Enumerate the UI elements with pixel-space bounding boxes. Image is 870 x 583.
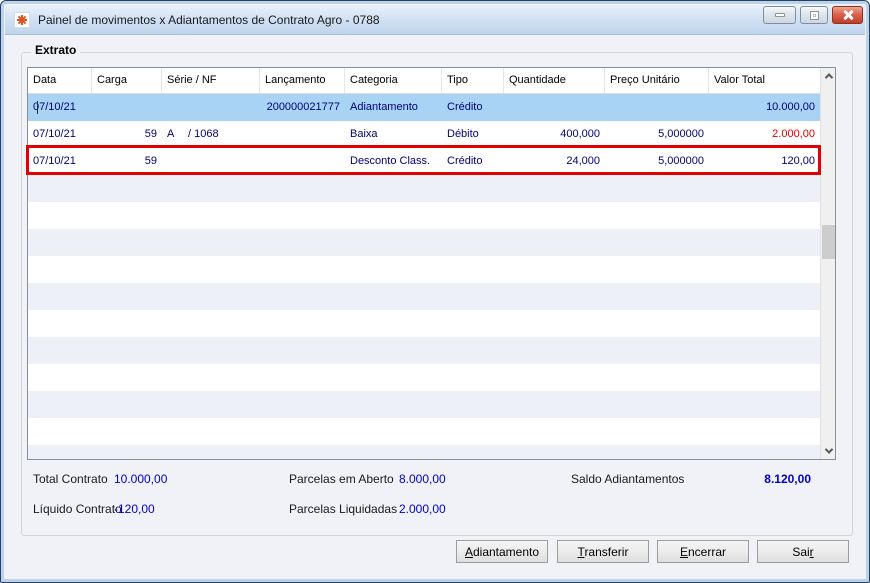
cell-categoria: Desconto Class. — [350, 155, 431, 167]
parcelas-em-aberto-label: Parcelas em Aberto — [289, 472, 394, 486]
cell-serie-nf — [162, 94, 260, 121]
col-header-preco-unitario[interactable]: Preço Unitário — [605, 68, 709, 93]
cell-preco-unitario — [605, 94, 709, 121]
empty-row — [28, 391, 820, 418]
maximize-icon — [809, 10, 819, 20]
close-button[interactable] — [832, 6, 863, 24]
chevron-up-icon — [824, 73, 833, 82]
col-header-quantidade[interactable]: Quantidade — [504, 68, 605, 93]
window-title: Painel de movimentos x Adiantamentos de … — [38, 12, 380, 27]
cell-categoria: Adiantamento — [350, 101, 418, 113]
empty-row — [28, 364, 820, 391]
cell-serie-nf — [162, 148, 260, 175]
transferir-button[interactable]: Transferir — [557, 540, 649, 563]
chevron-down-icon — [824, 445, 833, 454]
liquido-contrato-label: Líquido Contrato — [33, 502, 122, 516]
sair-button[interactable]: Sair — [757, 540, 849, 563]
close-icon — [842, 9, 854, 21]
parcelas-liquidadas-value: 2.000,00 — [399, 502, 446, 516]
window-controls — [763, 6, 863, 24]
serie-nf-number: / 1068 — [188, 128, 219, 140]
cell-carga — [92, 94, 162, 121]
total-contrato-value: 10.000,00 — [114, 472, 168, 486]
adiantamento-button[interactable]: Adiantamento — [456, 540, 548, 563]
cell-data: 07/10/21 — [33, 128, 76, 140]
col-header-lancamento[interactable]: Lançamento — [260, 68, 345, 93]
empty-row — [28, 229, 820, 256]
col-header-categoria[interactable]: Categoria — [345, 68, 442, 93]
col-header-tipo[interactable]: Tipo — [442, 68, 504, 93]
table-row[interactable]: 07/10/21 59 A / 1068 Baixa Débito 400,00… — [28, 121, 820, 148]
serie-letter: A — [167, 128, 175, 140]
table-header-row: Data Carga Série / NF Lançamento Categor… — [28, 68, 820, 94]
cell-preco-unitario: 5,000000 — [658, 155, 704, 167]
cell-carga: 59 — [144, 128, 157, 140]
scroll-up-button[interactable] — [821, 68, 836, 84]
cell-lancamento — [260, 148, 345, 175]
cell-data: 07/10/21 — [33, 155, 76, 167]
total-contrato-label: Total Contrato — [33, 472, 108, 486]
cell-quantidade: 400,000 — [560, 128, 600, 140]
col-header-data[interactable]: Data — [28, 68, 92, 93]
empty-row — [28, 445, 820, 459]
cell-tipo: Crédito — [447, 101, 483, 113]
scrollbar-thumb[interactable] — [822, 225, 835, 259]
minimize-icon — [774, 13, 785, 17]
empty-row — [28, 256, 820, 283]
vertical-scrollbar[interactable] — [820, 68, 835, 459]
cell-tipo: Crédito — [447, 155, 483, 167]
cell-categoria: Baixa — [350, 128, 378, 140]
extrato-groupbox-label: Extrato — [31, 43, 81, 57]
cell-lancamento — [260, 121, 345, 148]
cell-preco-unitario: 5,000000 — [658, 128, 704, 140]
app-icon — [14, 11, 30, 28]
cell-tipo: Débito — [447, 128, 479, 140]
cell-valor-total: 2.000,00 — [772, 128, 815, 140]
cell-carga: 59 — [144, 155, 157, 167]
col-header-valor-total[interactable]: Valor Total — [709, 68, 820, 93]
empty-row — [28, 418, 820, 445]
col-header-carga[interactable]: Carga — [92, 68, 162, 93]
cell-valor-total: 120,00 — [781, 155, 815, 167]
cell-quantidade: 24,000 — [566, 155, 600, 167]
encerrar-button[interactable]: Encerrar — [657, 540, 749, 563]
empty-row — [28, 310, 820, 337]
extrato-table: Data Carga Série / NF Lançamento Categor… — [27, 67, 836, 460]
cell-lancamento: 200000021777 — [266, 101, 340, 113]
extrato-grid: Data Carga Série / NF Lançamento Categor… — [28, 68, 820, 459]
col-header-serie-nf[interactable]: Série / NF — [162, 68, 260, 93]
empty-row — [28, 175, 820, 202]
empty-row — [28, 202, 820, 229]
empty-row — [28, 337, 820, 364]
text-cursor-artifact — [37, 101, 38, 114]
empty-row — [28, 283, 820, 310]
parcelas-liquidadas-label: Parcelas Liquidadas — [289, 502, 398, 516]
minimize-button[interactable] — [763, 6, 796, 24]
saldo-adiantamentos-value: 8.120,00 — [764, 472, 811, 486]
parcelas-em-aberto-value: 8.000,00 — [399, 472, 446, 486]
title-bar[interactable]: Painel de movimentos x Adiantamentos de … — [5, 5, 865, 35]
table-row[interactable]: 07/10/21 59 Desconto Class. Crédito 24,0… — [28, 148, 820, 175]
cell-data: 07/10/21 — [33, 101, 76, 114]
liquido-contrato-value: -120,00 — [114, 502, 155, 516]
cell-serie-nf: A / 1068 — [162, 121, 260, 148]
table-row[interactable]: 07/10/21 200000021777 Adiantamento Crédi… — [28, 94, 820, 121]
cell-quantidade — [504, 94, 605, 121]
scroll-down-button[interactable] — [821, 443, 836, 459]
saldo-adiantamentos-label: Saldo Adiantamentos — [571, 472, 685, 486]
maximize-button[interactable] — [800, 6, 828, 24]
dialog-window: Painel de movimentos x Adiantamentos de … — [0, 0, 870, 583]
cell-valor-total: 10.000,00 — [766, 101, 815, 113]
